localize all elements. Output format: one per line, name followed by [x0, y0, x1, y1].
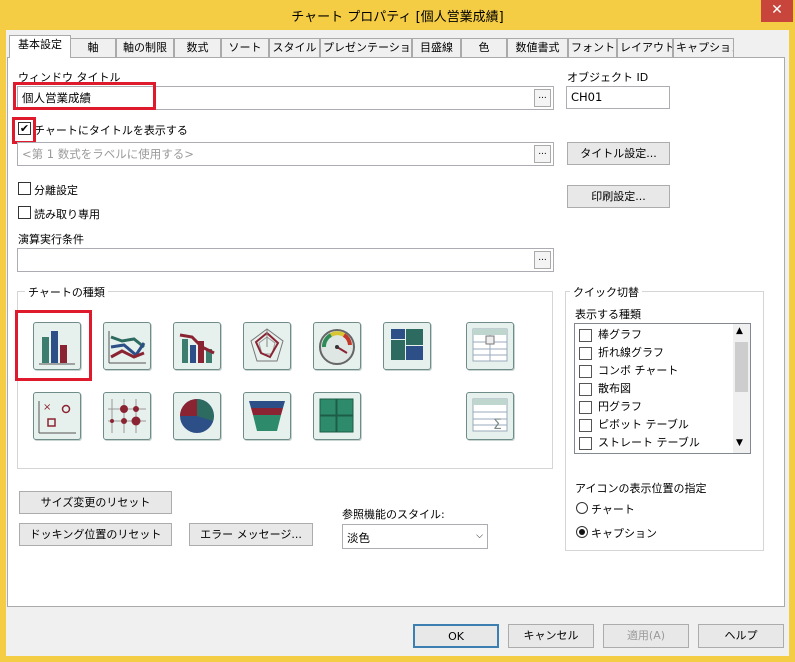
calc-condition-expression-button[interactable]: ... [534, 251, 551, 269]
block-chart-icon[interactable] [313, 392, 361, 440]
list-item[interactable]: 散布図 [579, 380, 631, 398]
chart-title-expression-button[interactable]: ... [534, 145, 551, 163]
icon-position-label: アイコンの表示位置の指定 [575, 482, 707, 495]
pivot-table-icon[interactable] [466, 322, 514, 370]
highlight-show-title [12, 117, 36, 144]
chevron-down-icon: ⌵ [476, 531, 483, 541]
reference-style-label: 参照機能のスタイル: [342, 508, 445, 521]
scroll-up-icon[interactable]: ▲ [736, 326, 743, 336]
readonly-checkbox[interactable] [18, 206, 31, 219]
object-id-label: オブジェクト ID [567, 71, 649, 84]
window-frame-right [789, 30, 795, 662]
list-item[interactable]: ピボット テーブル [579, 416, 689, 434]
chart-type-label: チャートの種類 [25, 284, 108, 300]
tab-number[interactable]: 数値書式 [507, 38, 568, 57]
calc-condition-input[interactable] [17, 248, 554, 272]
radar-chart-icon[interactable] [243, 322, 291, 370]
svg-text:×: × [43, 402, 51, 413]
line-chart-icon[interactable] [103, 322, 151, 370]
readonly-label: 読み取り専用 [34, 208, 100, 221]
window-title: チャート プロパティ [個人営業成績] [291, 10, 504, 25]
help-button[interactable]: ヘルプ [698, 624, 784, 648]
tab-gridlines[interactable]: 目盛線 [412, 38, 461, 57]
tab-font[interactable]: フォント [568, 38, 617, 57]
chart-type-list[interactable]: 棒グラフ 折れ線グラフ コンボ チャート 散布図 円グラフ ピボット テーブル … [574, 323, 751, 454]
tab-caption[interactable]: キャプション [673, 38, 734, 57]
tab-presentation[interactable]: プレゼンテーション [320, 38, 412, 57]
grid-chart-icon[interactable] [103, 392, 151, 440]
chart-type-group [17, 291, 553, 469]
window-title-expression-button[interactable]: ... [534, 89, 551, 107]
reference-style-select[interactable]: 淡色 ⌵ [342, 524, 488, 549]
cancel-button[interactable]: キャンセル [508, 624, 594, 648]
chart-title-input[interactable]: <第 1 数式をラベルに使用する> [17, 142, 554, 166]
scroll-thumb[interactable] [735, 342, 748, 392]
list-item[interactable]: コンボ チャート [579, 362, 678, 380]
tab-axis-limits[interactable]: 軸の制限 [116, 38, 174, 57]
title-bar: チャート プロパティ [個人営業成績] ✕ [0, 0, 795, 30]
reset-docking-button[interactable]: ドッキング位置のリセット [19, 523, 172, 546]
apply-button[interactable]: 適用(A) [603, 624, 689, 648]
gauge-chart-icon[interactable] [313, 322, 361, 370]
highlight-window-title [13, 82, 156, 110]
detach-label: 分離設定 [34, 184, 78, 197]
reset-size-button[interactable]: サイズ変更のリセット [19, 491, 172, 514]
svg-text:Σ: Σ [493, 417, 502, 433]
object-id-input[interactable]: CH01 [566, 86, 670, 109]
radio-chart[interactable] [576, 502, 588, 514]
calc-condition-label: 演算実行条件 [18, 233, 84, 246]
tab-axes[interactable]: 軸 [70, 38, 116, 57]
window-frame-left [0, 30, 6, 662]
scatter-chart-icon[interactable]: × [33, 392, 81, 440]
tab-layout[interactable]: レイアウト [617, 38, 673, 57]
tab-expressions[interactable]: 数式 [174, 38, 221, 57]
list-scrollbar[interactable]: ▲ ▼ [733, 324, 750, 453]
list-item[interactable]: 棒グラフ [579, 326, 642, 344]
tab-colors[interactable]: 色 [461, 38, 507, 57]
tab-style[interactable]: スタイル [269, 38, 320, 57]
quick-switch-label: クイック切替 [570, 284, 642, 300]
combo-chart-icon[interactable] [173, 322, 221, 370]
funnel-chart-icon[interactable] [243, 392, 291, 440]
reference-style-value: 淡色 [347, 531, 370, 545]
window-frame-bottom [0, 656, 795, 662]
detach-checkbox[interactable] [18, 182, 31, 195]
radio-caption[interactable] [576, 526, 588, 538]
mekko-chart-icon[interactable] [383, 322, 431, 370]
list-item[interactable]: 折れ線グラフ [579, 344, 664, 362]
scroll-down-icon[interactable]: ▼ [736, 438, 743, 448]
radio-chart-label: チャート [591, 503, 635, 516]
error-messages-button[interactable]: エラー メッセージ... [189, 523, 313, 546]
close-icon[interactable]: ✕ [761, 0, 793, 22]
tab-sort[interactable]: ソート [221, 38, 269, 57]
pie-chart-icon[interactable] [173, 392, 221, 440]
print-settings-button[interactable]: 印刷設定... [567, 185, 670, 208]
radio-caption-label: キャプション [591, 527, 657, 540]
list-item[interactable]: ストレート テーブル [579, 434, 700, 452]
title-settings-button[interactable]: タイトル設定... [567, 142, 670, 165]
list-item[interactable]: 円グラフ [579, 398, 642, 416]
highlight-bar-chart [15, 310, 92, 381]
ok-button[interactable]: OK [413, 624, 499, 648]
tab-general[interactable]: 基本設定 [9, 35, 71, 58]
straight-table-icon[interactable]: Σ [466, 392, 514, 440]
show-title-label: チャートにタイトルを表示する [34, 124, 188, 137]
types-to-show-label: 表示する種類 [575, 308, 641, 321]
